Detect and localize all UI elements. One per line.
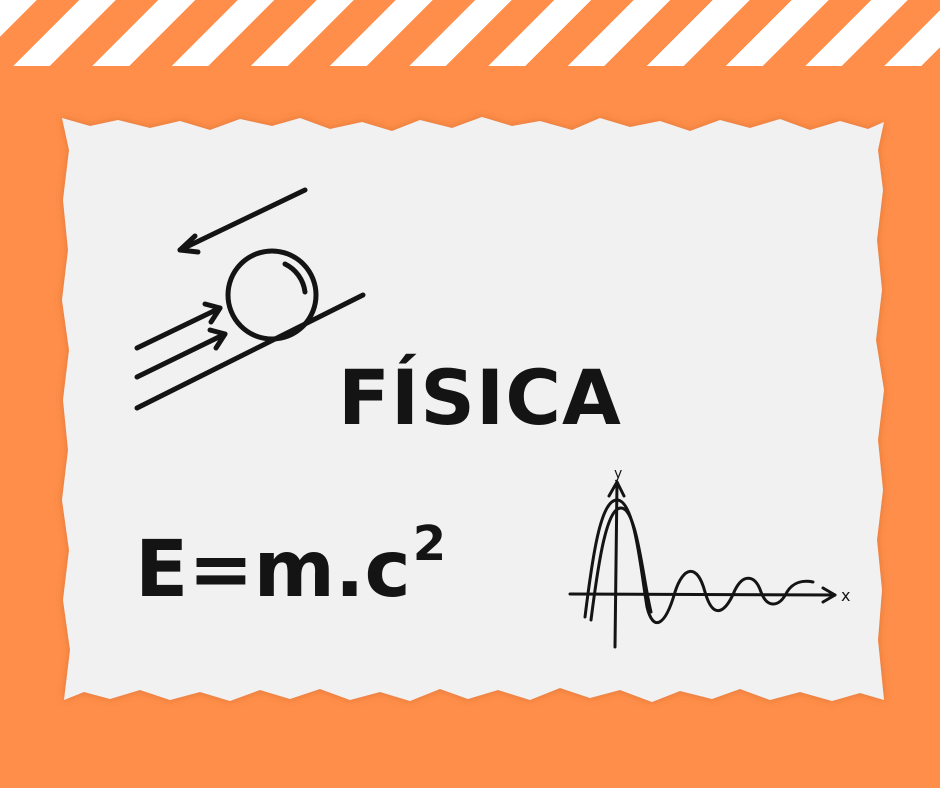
formula-base: E=m.c bbox=[135, 525, 411, 615]
x-axis-label: x bbox=[841, 586, 850, 605]
formula-emc2: E=m.c2 bbox=[135, 520, 446, 609]
y-axis-label: y bbox=[614, 466, 622, 482]
wave-graph-icon: y x bbox=[568, 466, 850, 649]
page-title: FÍSICA bbox=[338, 353, 622, 442]
formula-exponent: 2 bbox=[412, 516, 447, 572]
